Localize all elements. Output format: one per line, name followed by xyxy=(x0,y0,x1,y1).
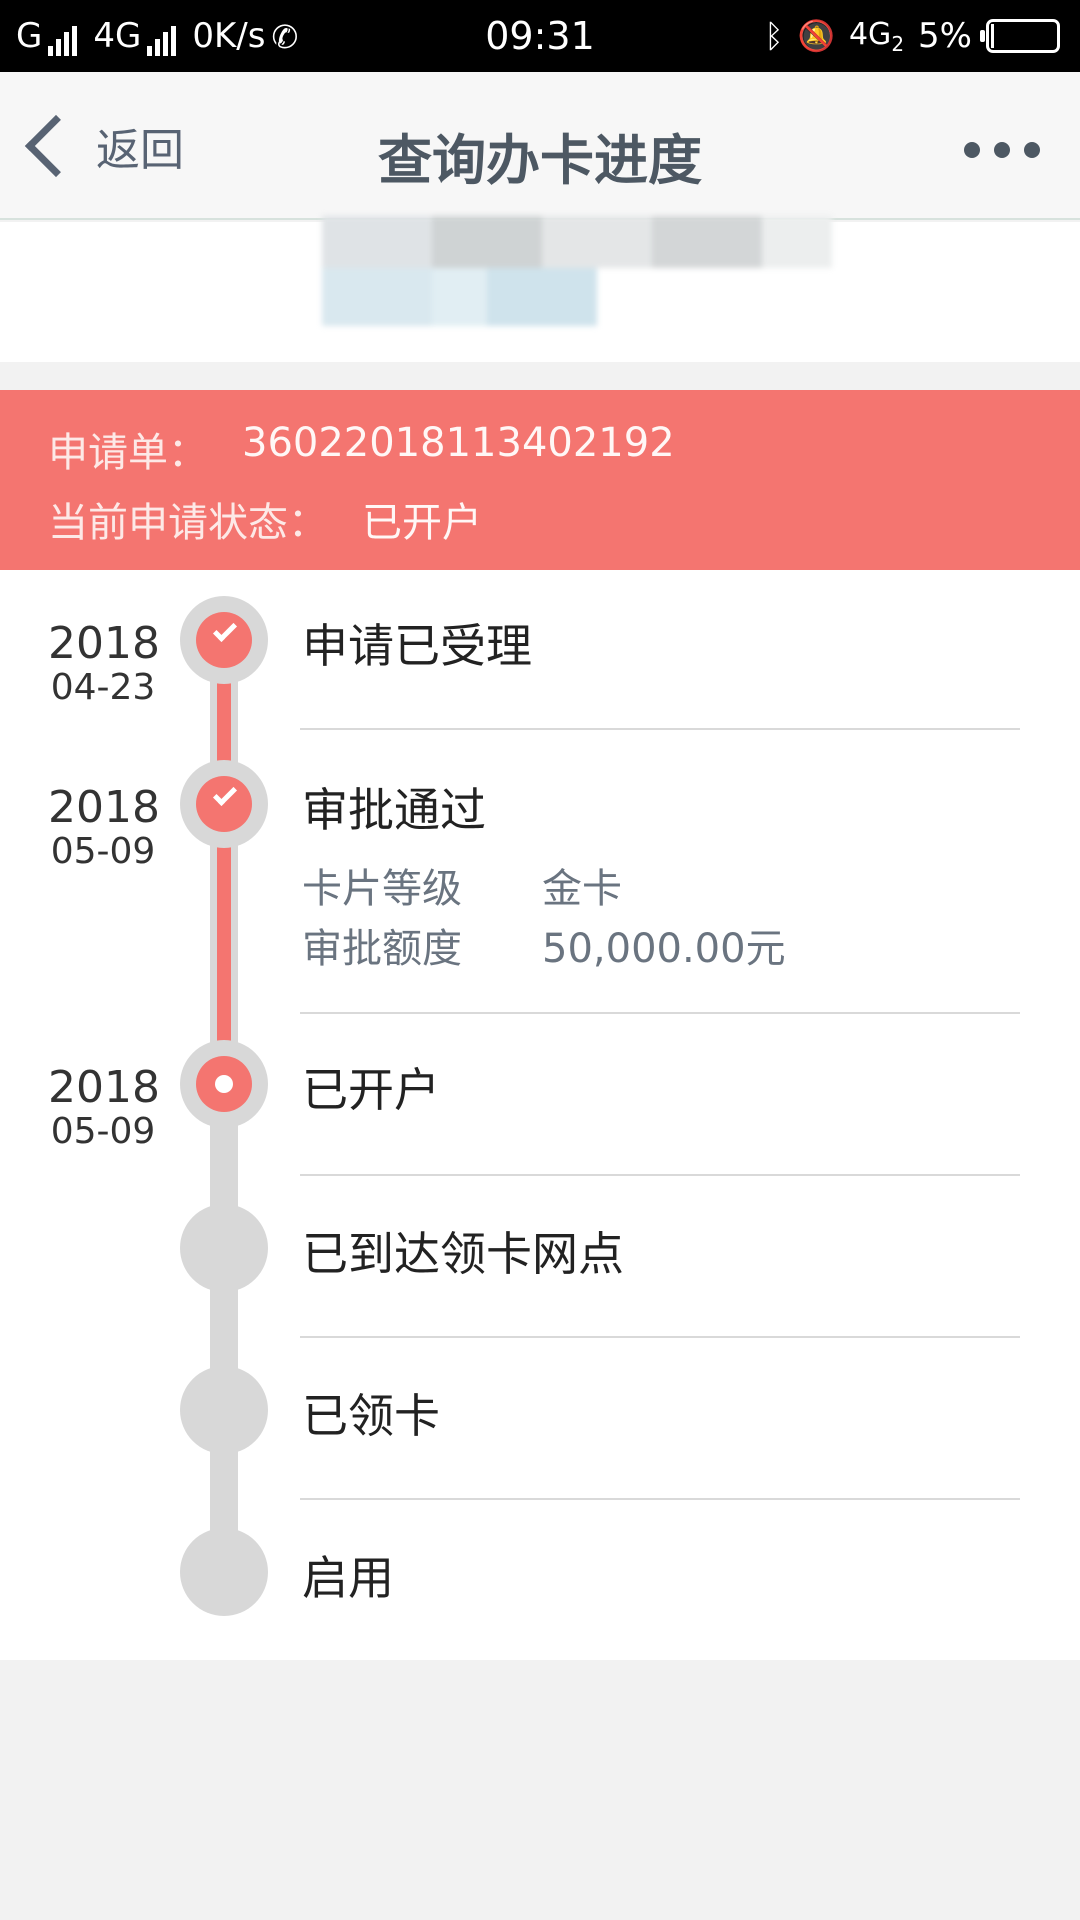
divider xyxy=(300,1336,1020,1338)
step-title: 申请已受理 xyxy=(302,619,532,673)
divider xyxy=(300,1498,1020,1500)
network-right-label: 4G2 xyxy=(848,16,905,56)
step-pending-node xyxy=(180,1204,268,1292)
credit-limit-row: 审批额度 50,000.00元 xyxy=(302,916,786,974)
step-done-node xyxy=(180,760,268,848)
step-date: 2018 05-09 xyxy=(48,782,160,872)
status-bar: G 4G 0K/s ✆ 09:31 ᛒ 🔕 4G2 5% xyxy=(0,0,1080,72)
application-number-row: 申请单： 36022018113402192 xyxy=(48,420,675,478)
credit-limit-label: 审批额度 xyxy=(302,926,462,972)
step-title: 已到达领卡网点 xyxy=(302,1227,624,1281)
divider xyxy=(300,1012,1020,1014)
progress-timeline: 2018 04-23 申请已受理 2018 05-09 审批通过 卡片等级 金卡… xyxy=(0,570,1080,1660)
timeline-track-progress xyxy=(217,640,231,1090)
check-icon xyxy=(212,781,238,807)
redaction-mosaic xyxy=(322,216,832,326)
card-level-value: 金卡 xyxy=(542,866,622,912)
step-title: 已领卡 xyxy=(302,1389,440,1443)
application-status-banner: 申请单： 36022018113402192 当前申请状态： 已开户 xyxy=(0,390,1080,570)
bluetooth-icon: ᛒ xyxy=(764,17,784,55)
application-number: 36022018113402192 xyxy=(242,420,675,466)
credit-limit-value: 50,000.00元 xyxy=(542,926,786,972)
application-status-label: 当前申请状态： xyxy=(48,500,328,546)
step-date: 2018 04-23 xyxy=(48,618,160,708)
step-pending-node xyxy=(180,1366,268,1454)
mute-bell-icon: 🔕 xyxy=(797,18,835,54)
card-level-row: 卡片等级 金卡 xyxy=(302,856,622,914)
more-menu-icon[interactable] xyxy=(964,142,1040,158)
step-pending-node xyxy=(180,1528,268,1616)
step-title: 已开户 xyxy=(302,1063,440,1117)
divider xyxy=(300,728,1020,730)
step-title: 审批通过 xyxy=(302,783,486,837)
check-icon xyxy=(212,617,238,643)
page-title: 查询办卡进度 xyxy=(378,129,702,192)
battery-icon xyxy=(980,19,1060,53)
step-done-node xyxy=(180,596,268,684)
nav-bar: 返回 查询办卡进度 xyxy=(0,72,1080,220)
application-status-row: 当前申请状态： 已开户 xyxy=(48,490,482,548)
step-current-node xyxy=(180,1040,268,1128)
screen: G 4G 0K/s ✆ 09:31 ᛒ 🔕 4G2 5% 返回 查询办卡进度 申… xyxy=(0,0,1080,1920)
battery-percent: 5% xyxy=(918,16,972,56)
application-number-label: 申请单： xyxy=(48,430,208,476)
current-dot-icon xyxy=(215,1075,233,1093)
step-date: 2018 05-09 xyxy=(48,1062,160,1152)
status-right: ᛒ 🔕 4G2 5% xyxy=(764,16,1060,56)
divider xyxy=(300,1174,1020,1176)
step-title: 启用 xyxy=(302,1551,394,1605)
application-status: 已开户 xyxy=(362,500,482,546)
card-level-label: 卡片等级 xyxy=(302,866,462,912)
